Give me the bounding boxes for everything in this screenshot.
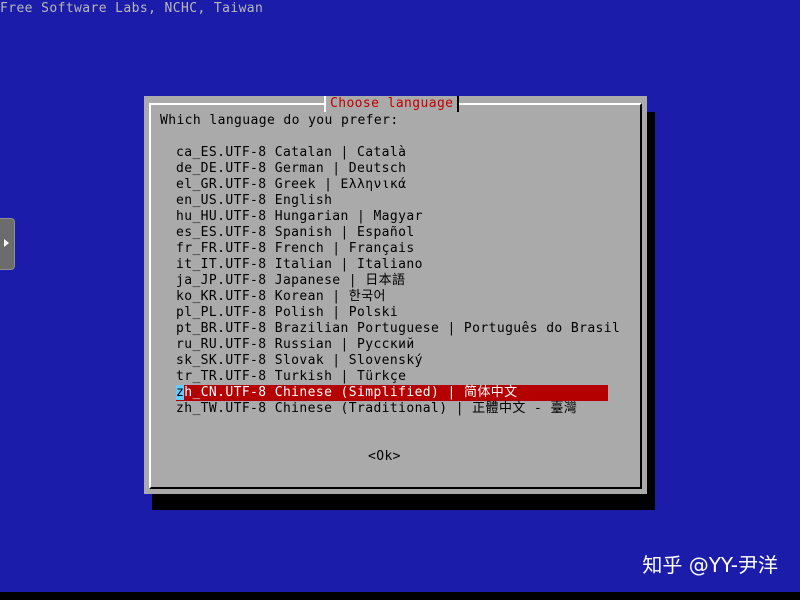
bottom-bar [0,592,800,600]
language-dialog: Choose language Which language do you pr… [144,96,647,494]
language-option[interactable]: de_DE.UTF-8 German | Deutsch [176,161,608,177]
language-option[interactable]: hu_HU.UTF-8 Hungarian | Magyar [176,209,608,225]
ok-button[interactable]: <Ok> [368,449,401,465]
text-cursor: z [176,385,185,400]
language-option-label: h_CN.UTF-8 Chinese (Simplified) | 简体中文 [184,385,518,400]
language-option[interactable]: ja_JP.UTF-8 Japanese | 日本語 [176,273,608,289]
language-option[interactable]: sk_SK.UTF-8 Slovak | Slovenský [176,353,608,369]
language-option[interactable]: es_ES.UTF-8 Spanish | Español [176,225,608,241]
language-option[interactable]: ko_KR.UTF-8 Korean | 한국어 [176,289,608,305]
language-option[interactable]: ca_ES.UTF-8 Catalan | Català [176,145,608,161]
language-option[interactable]: pl_PL.UTF-8 Polish | Polski [176,305,608,321]
dialog-prompt: Which language do you prefer: [160,113,399,128]
language-option[interactable]: ru_RU.UTF-8 Russian | Русский [176,337,608,353]
language-option[interactable]: en_US.UTF-8 English [176,193,608,209]
language-option[interactable]: zh_TW.UTF-8 Chinese (Traditional) | 正體中文… [176,401,608,417]
side-panel-tab[interactable] [0,218,15,270]
watermark: 知乎 @YY-尹洋 [642,553,778,577]
dialog-title: Choose language [324,96,460,112]
language-option[interactable]: fr_FR.UTF-8 French | Français [176,241,608,257]
backtitle: Free Software Labs, NCHC, Taiwan [0,1,264,16]
installer-screen: Free Software Labs, NCHC, Taiwan Choose … [0,0,800,600]
arrow-right-icon [4,239,9,247]
language-option[interactable]: pt_BR.UTF-8 Brazilian Portuguese | Portu… [176,321,620,337]
language-list: ca_ES.UTF-8 Catalan | Català de_DE.UTF-8 … [176,145,620,417]
language-option[interactable]: zh_CN.UTF-8 Chinese (Simplified) | 简体中文 [176,385,608,401]
language-option[interactable]: it_IT.UTF-8 Italian | Italiano [176,257,608,273]
language-option[interactable]: tr_TR.UTF-8 Turkish | Türkçe [176,369,608,385]
language-option[interactable]: el_GR.UTF-8 Greek | Ελληνικά [176,177,608,193]
